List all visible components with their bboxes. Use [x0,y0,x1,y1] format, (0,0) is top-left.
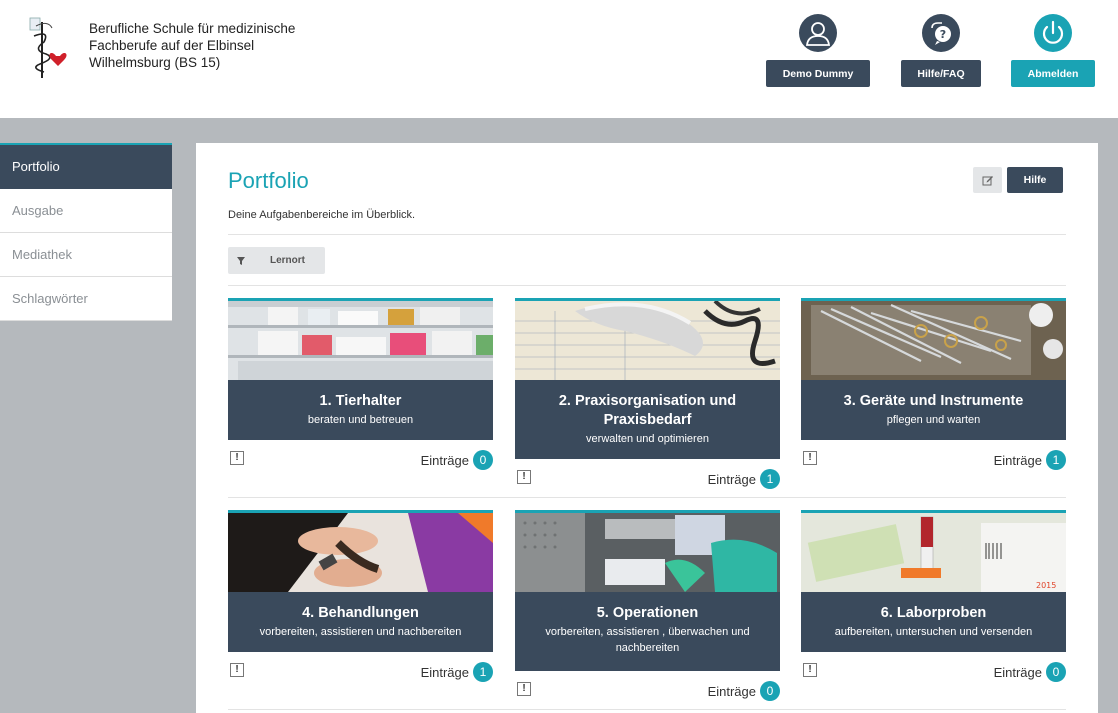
entries-label: Einträge [707,471,756,487]
card-praxisorganisation[interactable]: 2. Praxisorganisation und Praxisbedarf v… [515,298,780,489]
entries-badge: 1 [473,662,493,682]
power-icon[interactable] [1034,14,1072,52]
card-geraete-instrumente[interactable]: 3. Geräte und Instrumente pflegen und wa… [801,298,1066,470]
card-footer: ! Einträge 0 [801,652,1066,682]
card-caption: 5. Operationen vorbereiten, assistieren … [515,592,780,671]
school-name-line-2: Fachberufe auf der Elbinsel [89,38,255,53]
warning-icon[interactable]: ! [517,682,531,696]
card-image-operating-room [515,510,780,592]
page-title: Portfolio [228,168,309,193]
filter-label: Lernort [270,255,305,266]
card-title: 4. Behandlungen [302,605,419,621]
school-name-line-1: Berufliche Schule für medizinische [89,21,296,36]
entries-badge: 0 [1046,662,1066,682]
entries-count[interactable]: Einträge 1 [421,662,493,682]
card-image-surgical-instruments [801,298,1066,380]
entries-count[interactable]: Einträge 0 [421,450,493,470]
card-caption: 4. Behandlungen vorbereiten, assistieren… [228,592,493,652]
card-operationen[interactable]: 5. Operationen vorbereiten, assistieren … [515,510,780,701]
card-caption: 2. Praxisorganisation und Praxisbedarf v… [515,380,780,459]
card-behandlungen[interactable]: 4. Behandlungen vorbereiten, assistieren… [228,510,493,682]
warning-icon[interactable]: ! [517,470,531,484]
card-title: 1. Tierhalter [319,393,402,409]
entries-label: Einträge [993,664,1042,680]
school-name-line-3: Wilhelmsburg (BS 15) [89,55,221,70]
help-faq-button[interactable]: Hilfe/FAQ [901,60,981,87]
card-image-lab-tubes: 2015 [801,510,1066,592]
card-image-pharmacy-shelf [228,298,493,380]
card-footer: ! Einträge 0 [515,671,780,701]
sidebar-item-portfolio[interactable]: Portfolio [0,143,172,189]
school-name: Berufliche Schule für medizinische Fachb… [89,20,329,71]
divider [228,234,1066,235]
card-subtitle: pflegen und warten [886,414,981,426]
logout-group: Abmelden [1011,14,1095,87]
card-title: 2. Praxisorganisation und Praxisbedarf [558,393,737,428]
entries-badge: 0 [760,681,780,701]
entries-badge: 0 [473,450,493,470]
entries-badge: 1 [760,469,780,489]
card-subtitle: aufbereiten, untersuchen und versenden [834,626,1033,638]
help-group: ? Hilfe/FAQ [901,14,981,87]
card-subtitle: vorbereiten, assistieren und nachbereite… [259,626,462,638]
warning-icon[interactable]: ! [803,451,817,465]
card-footer: ! Einträge 1 [228,652,493,682]
sidebar-item-ausgabe[interactable]: Ausgabe [0,189,172,233]
warning-icon[interactable]: ! [230,451,244,465]
school-logo [29,17,67,78]
sidebar: Portfolio Ausgabe Mediathek Schlagwörter [0,143,172,321]
card-image-dog-paw-care [228,510,493,592]
warning-icon[interactable]: ! [803,663,817,677]
user-button[interactable]: Demo Dummy [766,60,870,87]
help-chat-icon[interactable]: ? [922,14,960,52]
entries-label: Einträge [707,683,756,699]
filter-icon [228,256,254,266]
entries-count[interactable]: Einträge 1 [994,450,1066,470]
divider [228,497,1066,498]
divider [228,285,1066,286]
card-caption: 1. Tierhalter beraten und betreuen [228,380,493,440]
svg-text:?: ? [940,28,946,41]
card-tierhalter[interactable]: 1. Tierhalter beraten und betreuen ! Ein… [228,298,493,470]
entries-label: Einträge [420,452,469,468]
card-caption: 6. Laborproben aufbereiten, untersuchen … [801,592,1066,652]
entries-label: Einträge [420,664,469,680]
card-title: 3. Geräte und Instrumente [843,393,1024,409]
card-subtitle: vorbereiten, assistieren , überwachen un… [545,626,750,654]
filter-lernort-button[interactable]: Lernort [228,247,325,274]
user-icon[interactable] [799,14,837,52]
card-title: 6. Laborproben [880,605,987,621]
warning-icon[interactable]: ! [230,663,244,677]
help-button[interactable]: Hilfe [1007,167,1063,193]
entries-badge: 1 [1046,450,1066,470]
svg-text:2015: 2015 [1036,581,1056,590]
edit-button[interactable] [973,167,1002,193]
edit-icon [982,176,993,186]
card-subtitle: beraten und betreuen [307,414,414,426]
entries-count[interactable]: Einträge 1 [708,469,780,489]
sidebar-item-mediathek[interactable]: Mediathek [0,233,172,277]
card-footer: ! Einträge 0 [228,440,493,470]
user-group: Demo Dummy [766,14,870,87]
card-image-telephone-desk [515,298,780,380]
header: Berufliche Schule für medizinische Fachb… [0,0,1118,118]
main-panel: Portfolio Deine Aufgabenbereiche im Über… [196,143,1098,713]
entries-label: Einträge [993,452,1042,468]
card-title: 5. Operationen [596,605,699,621]
page-subtitle: Deine Aufgabenbereiche im Überblick. [228,209,416,221]
logout-button[interactable]: Abmelden [1011,60,1095,87]
card-caption: 3. Geräte und Instrumente pflegen und wa… [801,380,1066,440]
sidebar-item-schlagwoerter[interactable]: Schlagwörter [0,277,172,321]
card-footer: ! Einträge 1 [801,440,1066,470]
entries-count[interactable]: Einträge 0 [708,681,780,701]
entries-count[interactable]: Einträge 0 [994,662,1066,682]
card-subtitle: verwalten und optimieren [586,433,709,445]
card-laborproben[interactable]: 2015 6. Laborproben aufbereiten, untersu… [801,510,1066,682]
divider [228,709,1066,710]
card-footer: ! Einträge 1 [515,459,780,489]
